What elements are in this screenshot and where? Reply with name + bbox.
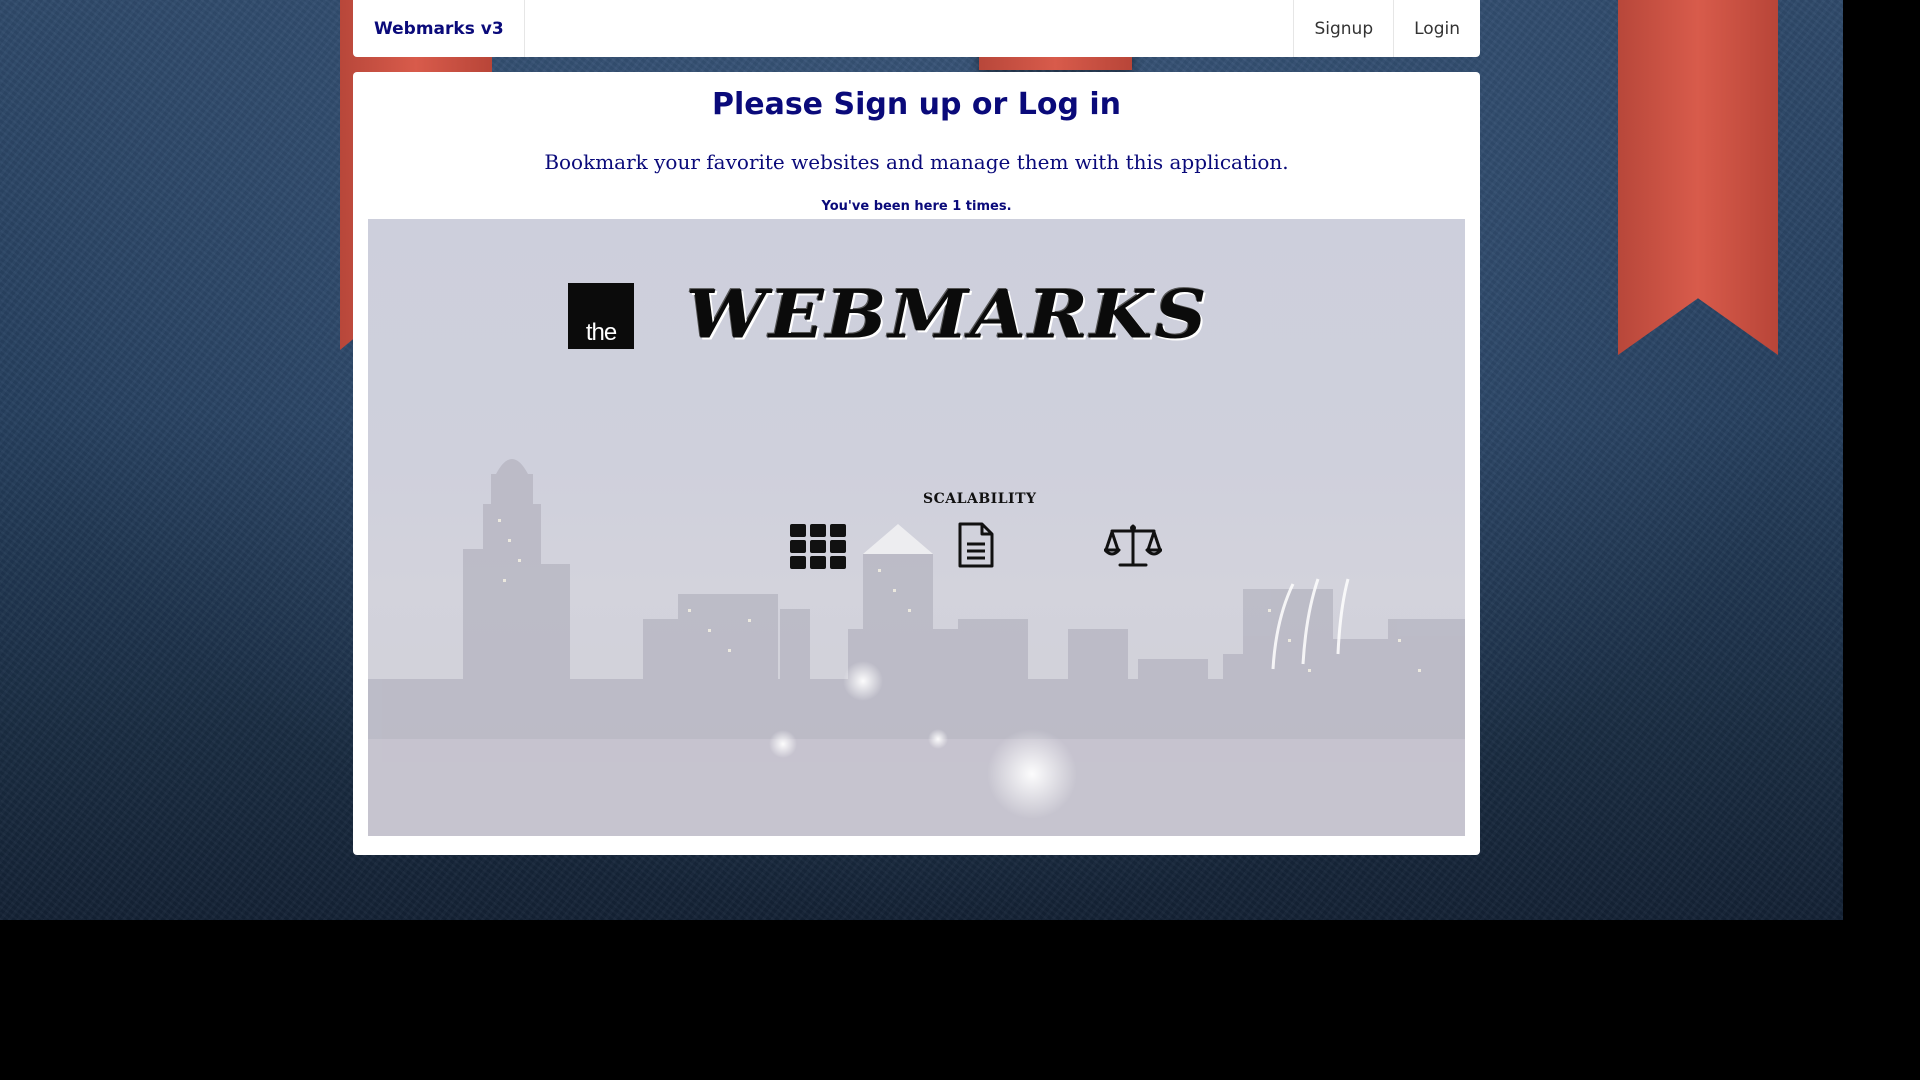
decorative-ribbon-right bbox=[1618, 0, 1778, 355]
visit-counter: You've been here 1 times. bbox=[821, 199, 1012, 214]
balance-scale-icon bbox=[1104, 524, 1162, 567]
signup-link[interactable]: Signup bbox=[1293, 0, 1393, 57]
top-navbar: Webmarks v3 Signup Login bbox=[353, 0, 1480, 57]
logo-badge: the bbox=[568, 283, 634, 349]
brand-link[interactable]: Webmarks v3 bbox=[353, 0, 525, 57]
grid-icon bbox=[790, 524, 846, 569]
page-subtitle: Bookmark your favorite websites and mana… bbox=[544, 150, 1289, 174]
navbar-spacer bbox=[525, 0, 1294, 57]
hero-banner: the WEBMARKS SCALABILITY bbox=[368, 219, 1465, 836]
feature-label: SCALABILITY bbox=[923, 491, 1037, 507]
main-panel: Please Sign up or Log in Bookmark your f… bbox=[353, 72, 1480, 855]
document-icon bbox=[958, 522, 994, 568]
login-link[interactable]: Login bbox=[1393, 0, 1480, 57]
page-title: Please Sign up or Log in bbox=[711, 87, 1122, 122]
webmarks-wordmark: WEBMARKS bbox=[686, 275, 1209, 354]
page-background: Webmarks v3 Signup Login Please Sign up … bbox=[0, 0, 1843, 920]
